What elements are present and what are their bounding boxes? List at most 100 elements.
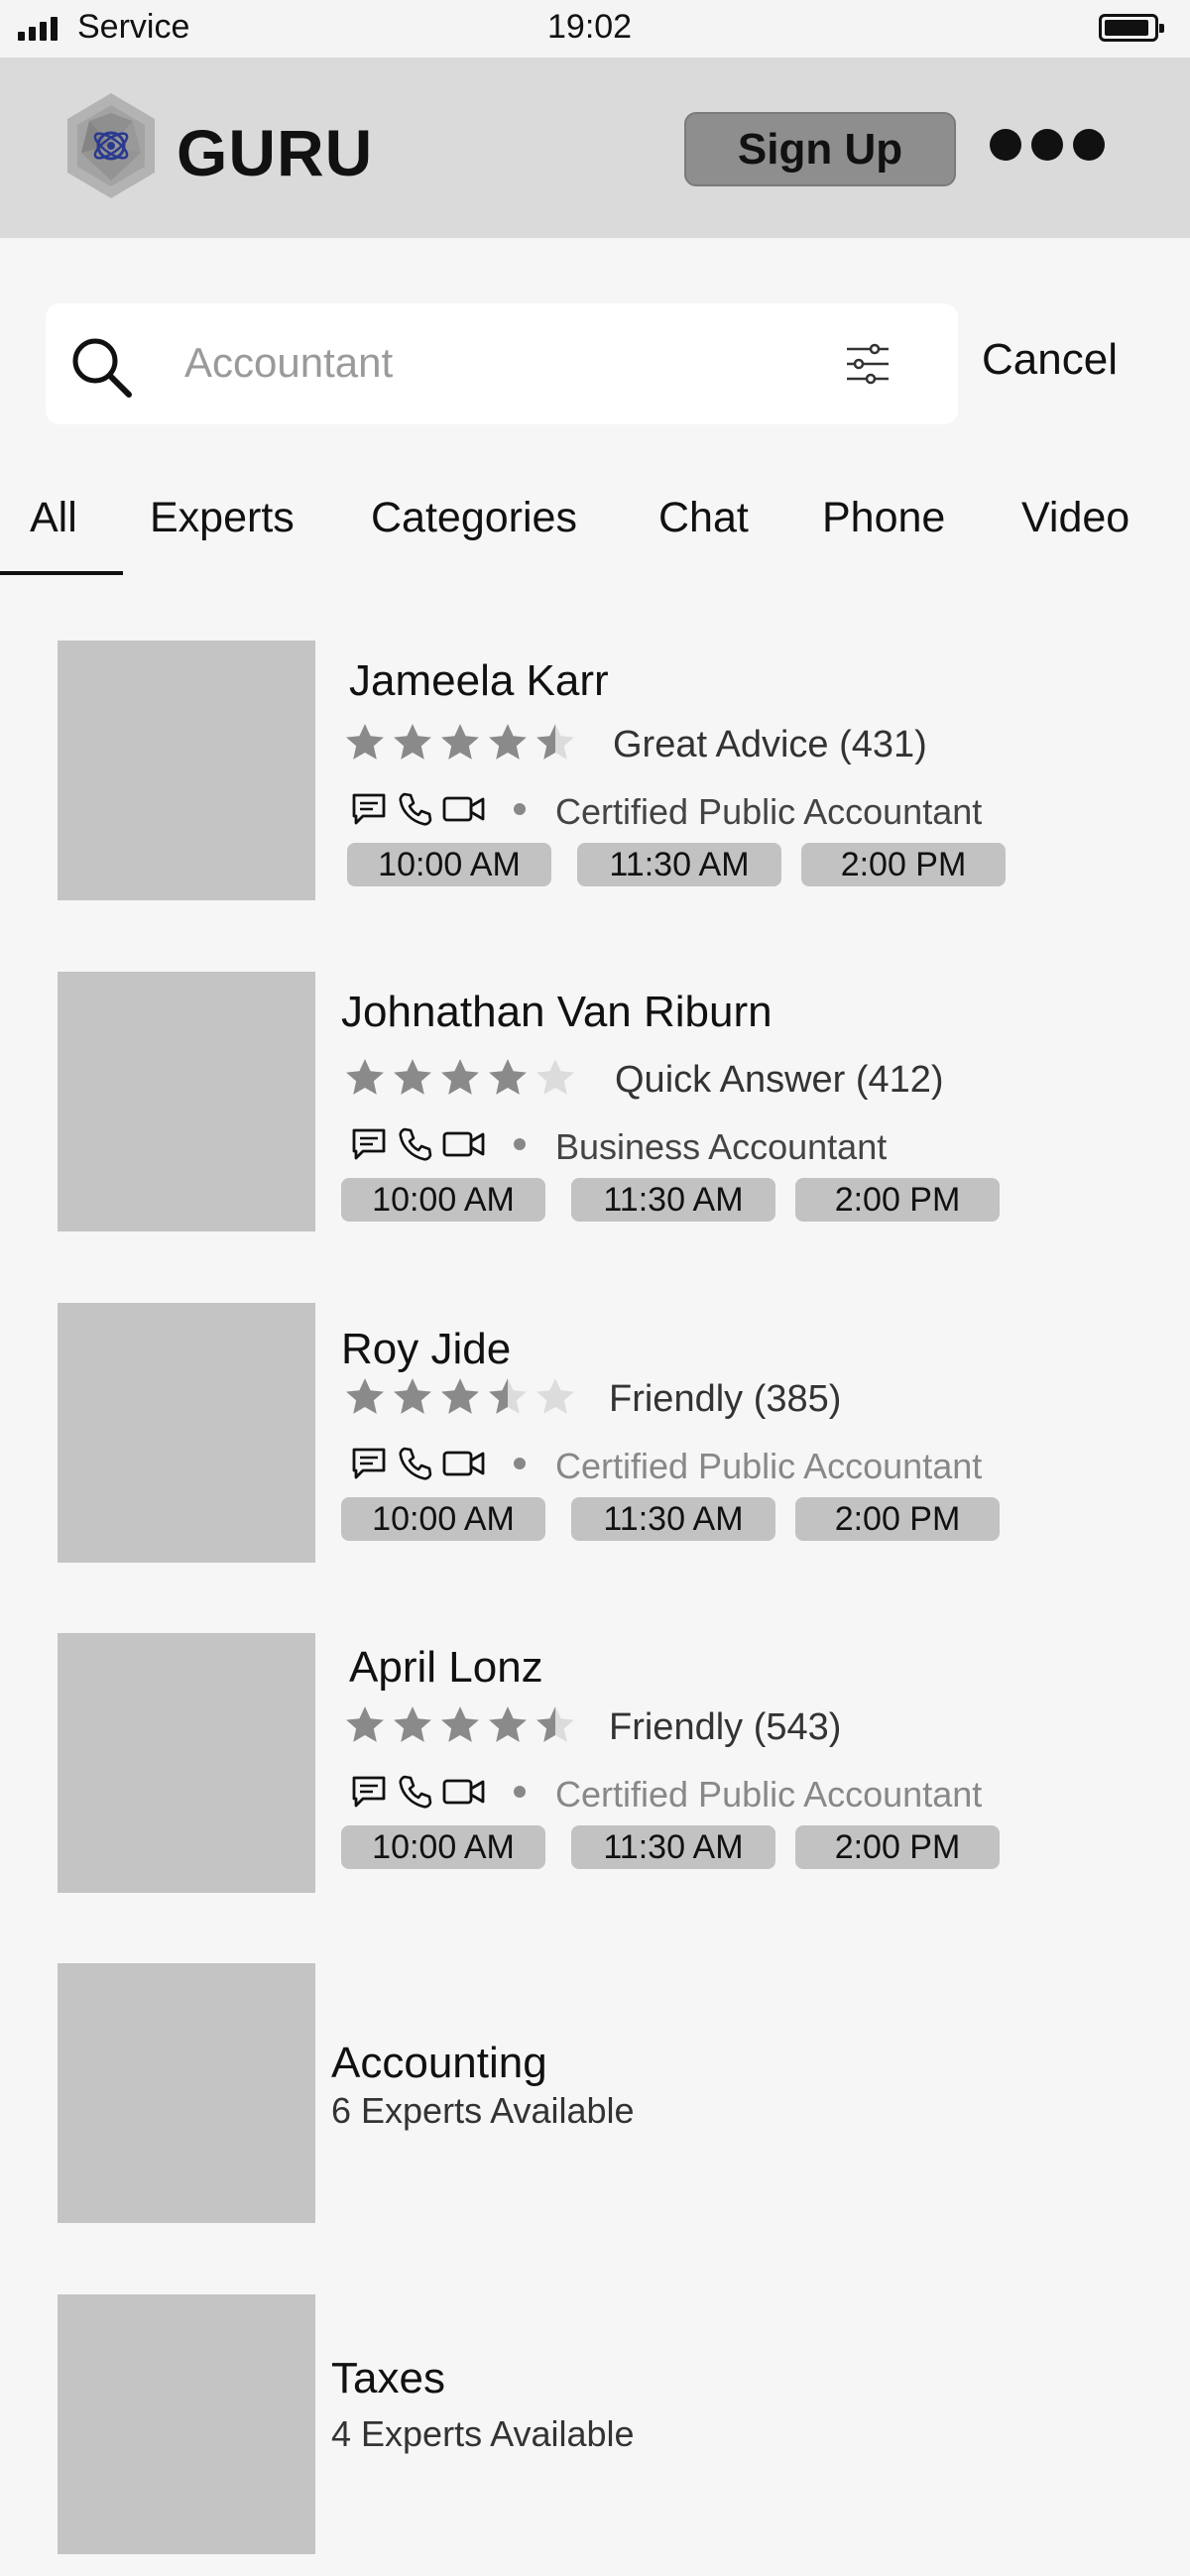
star-icon <box>536 1706 574 1742</box>
expert-card[interactable]: Johnathan Van Riburn Quick Answer (412) … <box>0 972 1190 1231</box>
video-icon <box>442 796 485 822</box>
star-icon <box>489 1706 527 1742</box>
star-icon <box>346 1706 384 1742</box>
time-slot-button[interactable]: 2:00 PM <box>795 1825 1000 1869</box>
phone-icon <box>399 1447 432 1480</box>
app-header: GURU Sign Up <box>0 58 1190 238</box>
tab-video[interactable]: Video <box>1021 494 1130 542</box>
status-bar: Service 19:02 <box>0 0 1190 58</box>
search-bar[interactable]: Accountant <box>46 303 958 424</box>
expert-card[interactable]: April Lonz Friendly (543) Certified Publ… <box>0 1633 1190 1893</box>
time-slot-button[interactable]: 10:00 AM <box>341 1178 545 1222</box>
tab-experts[interactable]: Experts <box>150 494 295 542</box>
time-slot-button[interactable]: 11:30 AM <box>571 1825 775 1869</box>
chat-icon <box>352 1448 386 1479</box>
separator-dot <box>514 803 526 815</box>
rating-stars <box>343 722 577 761</box>
filter-icon[interactable] <box>845 343 891 385</box>
logo-icon <box>67 93 155 198</box>
category-card[interactable]: Taxes 4 Experts Available <box>0 2294 1190 2554</box>
star-icon <box>441 1706 479 1742</box>
separator-dot <box>514 1458 526 1469</box>
tab-categories[interactable]: Categories <box>371 494 577 542</box>
tab-phone[interactable]: Phone <box>822 494 945 542</box>
search-icon <box>72 338 132 398</box>
video-icon <box>442 1451 485 1476</box>
time-slot-button[interactable]: 10:00 AM <box>347 843 551 886</box>
star-icon <box>441 1059 479 1095</box>
rating-text: Great Advice (431) <box>613 724 927 765</box>
category-subtitle: 4 Experts Available <box>331 2413 635 2454</box>
expert-photo <box>58 1303 315 1563</box>
star-icon <box>536 1059 574 1095</box>
cancel-button[interactable]: Cancel <box>982 335 1118 385</box>
chat-icon <box>352 1128 386 1160</box>
search-input[interactable]: Accountant <box>184 339 393 387</box>
brand-title: GURU <box>177 116 374 189</box>
expert-photo <box>58 641 315 900</box>
chat-icon <box>352 793 386 825</box>
signal-icon <box>18 15 58 41</box>
time-slot-button[interactable]: 2:00 PM <box>795 1497 1000 1541</box>
rating-text: Friendly (543) <box>609 1706 842 1748</box>
star-icon <box>394 1378 431 1414</box>
expert-title: Business Accountant <box>555 1126 888 1167</box>
expert-title: Certified Public Accountant <box>555 791 983 832</box>
category-card[interactable]: Accounting 6 Experts Available <box>0 1963 1190 2223</box>
expert-name: April Lonz <box>349 1643 543 1692</box>
video-icon <box>442 1131 485 1157</box>
filter-tabs: All Experts Categories Chat Phone Video <box>0 484 1190 579</box>
more-options-icon[interactable] <box>990 129 1105 161</box>
category-name: Taxes <box>331 2354 445 2402</box>
rating-stars <box>343 1704 577 1744</box>
contact-icons <box>351 1774 526 1810</box>
category-image <box>58 2294 315 2554</box>
chat-icon <box>352 1776 386 1808</box>
time-slot-button[interactable]: 11:30 AM <box>571 1178 775 1222</box>
star-icon <box>346 1059 384 1095</box>
expert-card[interactable]: Jameela Karr Great Advice (431) Certifie… <box>0 641 1190 900</box>
time-slot-button[interactable]: 2:00 PM <box>795 1178 1000 1222</box>
rating-stars <box>343 1376 577 1416</box>
star-icon <box>441 724 479 760</box>
star-icon <box>394 1059 431 1095</box>
category-name: Accounting <box>331 2039 547 2087</box>
star-icon <box>441 1378 479 1414</box>
battery-icon <box>1099 14 1164 42</box>
time-slot-button[interactable]: 11:30 AM <box>577 843 781 886</box>
expert-name: Jameela Karr <box>349 656 609 705</box>
phone-icon <box>399 1127 432 1161</box>
star-icon <box>489 1378 527 1414</box>
star-icon <box>394 724 431 760</box>
contact-icons <box>351 1446 526 1481</box>
category-image <box>58 1963 315 2223</box>
star-icon <box>489 724 527 760</box>
expert-title: Certified Public Accountant <box>555 1446 983 1486</box>
expert-photo <box>58 1633 315 1893</box>
time-slot-button[interactable]: 10:00 AM <box>341 1825 545 1869</box>
star-icon <box>346 1378 384 1414</box>
contact-icons <box>351 791 526 827</box>
contact-icons <box>351 1126 526 1162</box>
expert-photo <box>58 972 315 1231</box>
tab-all[interactable]: All <box>30 494 77 542</box>
star-icon <box>536 724 574 760</box>
carrier-label: Service <box>77 8 190 46</box>
video-icon <box>442 1779 485 1805</box>
separator-dot <box>514 1138 526 1150</box>
star-icon <box>394 1706 431 1742</box>
phone-icon <box>399 792 432 826</box>
status-time: 19:02 <box>547 8 633 46</box>
expert-title: Certified Public Accountant <box>555 1774 983 1815</box>
tab-chat[interactable]: Chat <box>658 494 749 542</box>
rating-text: Friendly (385) <box>609 1378 842 1420</box>
time-slot-button[interactable]: 10:00 AM <box>341 1497 545 1541</box>
separator-dot <box>514 1786 526 1798</box>
expert-card[interactable]: Roy Jide Friendly (385) Certified Public… <box>0 1303 1190 1563</box>
sign-up-button[interactable]: Sign Up <box>684 112 956 186</box>
rating-text: Quick Answer (412) <box>615 1059 944 1101</box>
star-icon <box>536 1378 574 1414</box>
star-icon <box>489 1059 527 1095</box>
time-slot-button[interactable]: 11:30 AM <box>571 1497 775 1541</box>
time-slot-button[interactable]: 2:00 PM <box>801 843 1006 886</box>
